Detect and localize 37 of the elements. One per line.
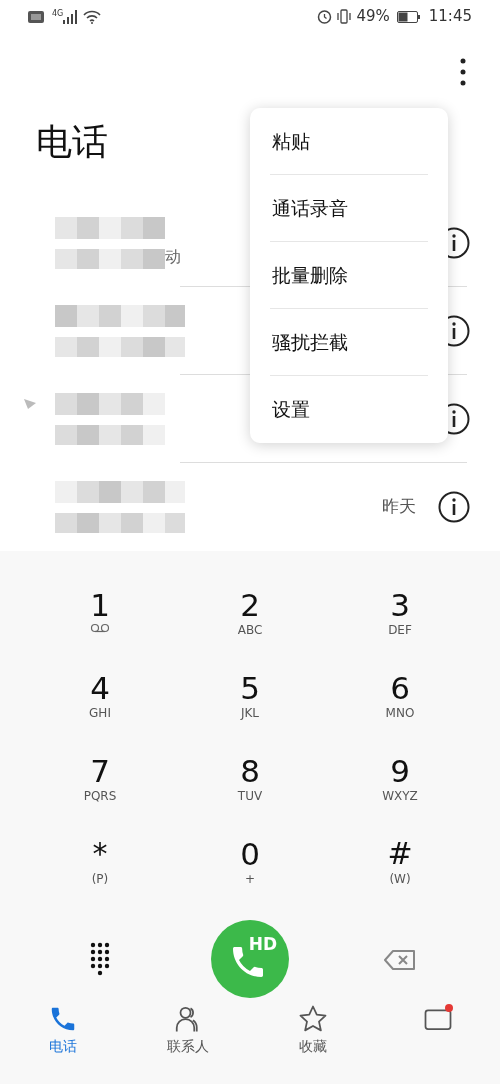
dial-key[interactable]: 1	[25, 587, 175, 665]
dial-key[interactable]: * (P)	[25, 836, 175, 914]
nav-tab[interactable]: 电话	[0, 1004, 125, 1076]
call-time: 昨天	[382, 495, 416, 519]
dial-key[interactable]: 4 GHI	[25, 670, 175, 748]
signal-icon	[63, 9, 80, 24]
menu-item[interactable]: 通话录音	[270, 175, 428, 242]
call-detail: 动	[165, 246, 181, 268]
info-button[interactable]	[438, 491, 470, 523]
menu-item[interactable]: 批量删除	[270, 242, 428, 309]
backspace-button[interactable]	[384, 947, 416, 971]
menu-item[interactable]: 粘贴	[270, 108, 428, 175]
dial-key[interactable]: # (W)	[325, 836, 475, 914]
star-icon	[297, 1004, 328, 1034]
dial-key[interactable]: 0 +	[175, 836, 325, 914]
dial-key[interactable]: 8 TUV	[175, 753, 325, 831]
status-time: 11:45	[428, 6, 472, 28]
nav-tab[interactable]: 联系人	[125, 1004, 250, 1076]
voicemail-icon	[90, 623, 110, 633]
battery-icon	[396, 10, 421, 23]
wifi-icon	[83, 9, 102, 24]
dial-key[interactable]: 7 PQRS	[25, 753, 175, 831]
keypad-toggle-button[interactable]	[90, 942, 110, 976]
page-title: 电话	[35, 120, 109, 165]
vibrate-icon	[336, 9, 353, 25]
network-label: 4G	[52, 8, 64, 20]
menu-item[interactable]: 设置	[270, 376, 428, 443]
menu-item[interactable]: 骚扰拦截	[270, 309, 428, 376]
dial-key[interactable]: 9 WXYZ	[325, 753, 475, 831]
dial-key[interactable]: 5 JKL	[175, 670, 325, 748]
alarm-icon	[317, 9, 333, 25]
dial-key[interactable]: 2 ABC	[175, 587, 325, 665]
dial-key[interactable]: 6 MNO	[325, 670, 475, 748]
dial-key[interactable]: 3 DEF	[325, 587, 475, 665]
battery-percentage: 49%	[356, 6, 390, 28]
hd-icon	[28, 10, 44, 23]
nav-tab[interactable]: 收藏	[250, 1004, 375, 1076]
